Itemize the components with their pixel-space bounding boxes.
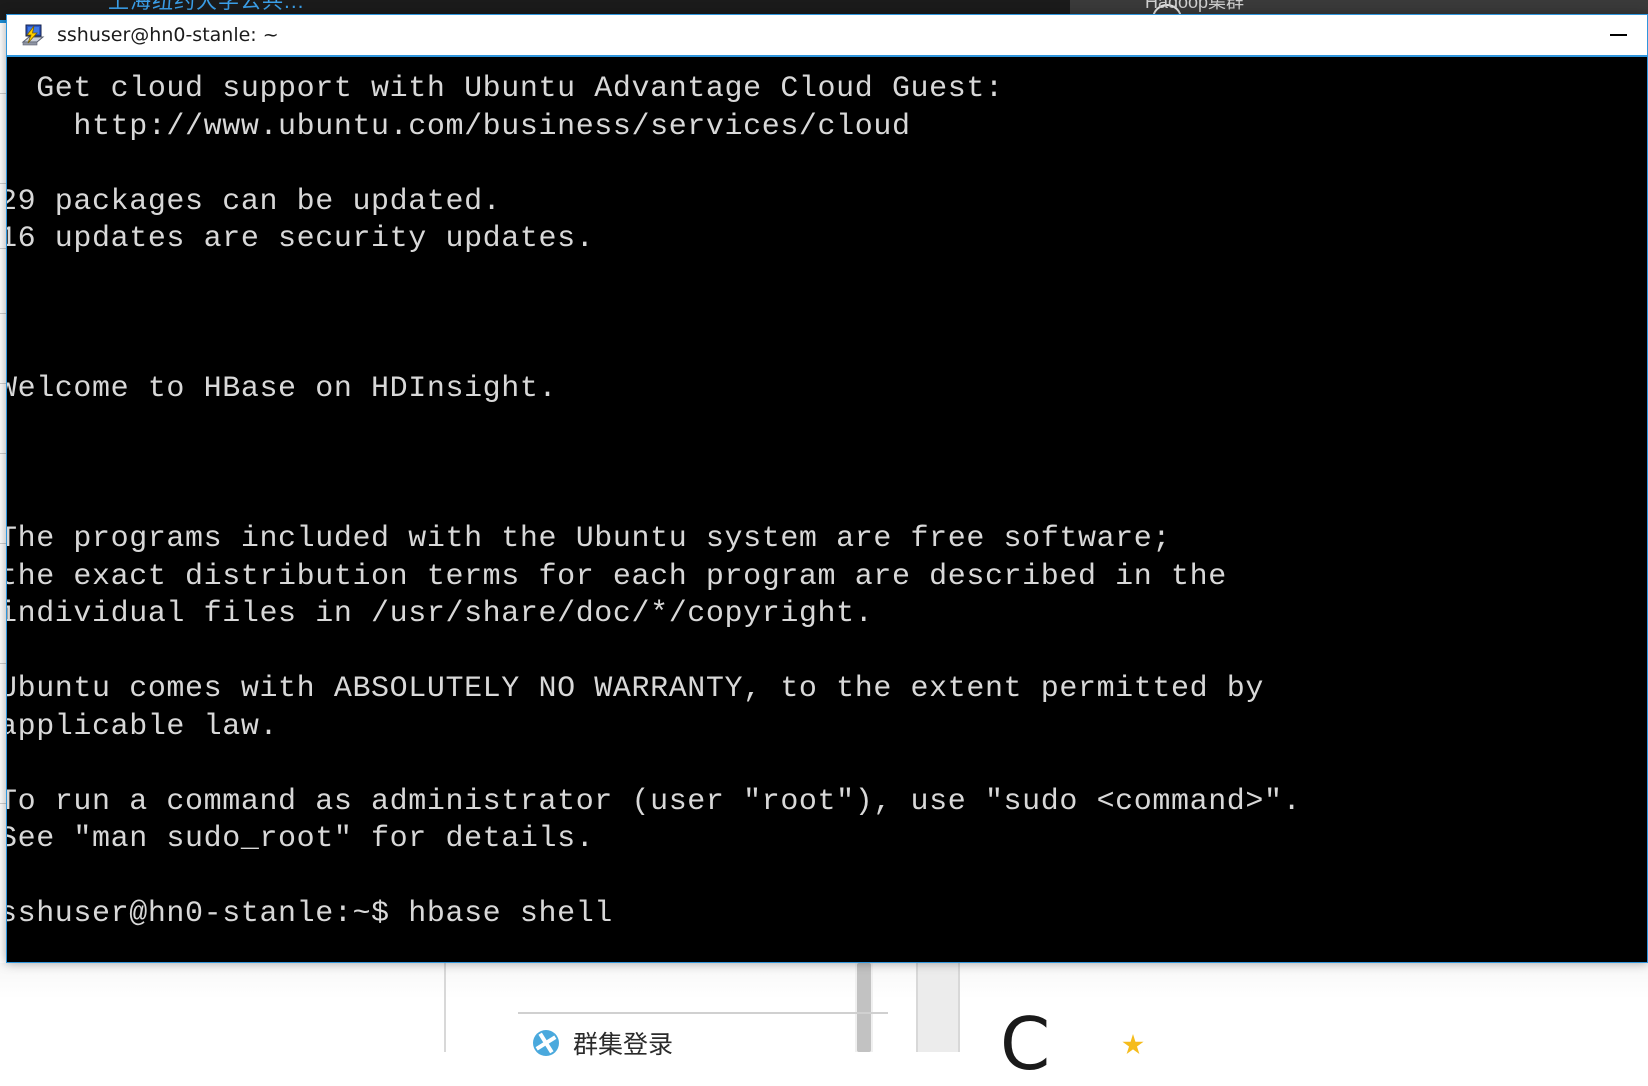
terminal-line: http://www.ubuntu.com/business/services/… bbox=[7, 109, 911, 144]
background-divider-right bbox=[958, 963, 960, 1052]
terminal-output-area[interactable]: Get cloud support with Ubuntu Advantage … bbox=[7, 55, 1647, 962]
terminal-text-buffer: Get cloud support with Ubuntu Advantage … bbox=[7, 71, 1647, 934]
background-logo-letter: C bbox=[1000, 1002, 1051, 1086]
terminal-line: individual files in /usr/share/doc/*/cop… bbox=[7, 597, 874, 631]
putty-terminal-window[interactable]: sshuser@hn0-stanle: ~ Get cloud support … bbox=[6, 14, 1648, 963]
terminal-prompt-line: sshuser@hn0-stanle:~$ hbase shell bbox=[7, 897, 613, 931]
window-titlebar[interactable]: sshuser@hn0-stanle: ~ bbox=[7, 15, 1647, 55]
background-panel-strip bbox=[918, 963, 958, 1052]
terminal-line: applicable law. bbox=[7, 709, 279, 744]
minimize-button[interactable] bbox=[1589, 15, 1647, 55]
terminal-line: Ubuntu comes with ABSOLUTELY NO WARRANTY… bbox=[7, 672, 1264, 706]
minimize-icon bbox=[1609, 34, 1627, 36]
terminal-line: Welcome to HBase on HDInsight. bbox=[7, 372, 558, 406]
window-controls bbox=[1589, 15, 1647, 55]
cluster-globe-icon bbox=[533, 1030, 559, 1056]
window-title: sshuser@hn0-stanle: ~ bbox=[57, 24, 279, 46]
terminal-line: the exact distribution terms for each pr… bbox=[7, 559, 1227, 594]
terminal-line: 16 updates are security updates. bbox=[7, 222, 595, 256]
background-divider-left bbox=[444, 963, 446, 1052]
background-card-rule bbox=[518, 1012, 888, 1014]
putty-terminal-icon bbox=[21, 24, 45, 46]
terminal-line: The programs included with the Ubuntu sy… bbox=[7, 522, 1171, 556]
terminal-line: See "man sudo_root" for details. bbox=[7, 822, 595, 856]
terminal-line: 29 packages can be updated. bbox=[7, 184, 502, 219]
background-lower-page bbox=[0, 963, 1648, 1052]
terminal-line: To run a command as administrator (user … bbox=[7, 784, 1302, 819]
terminal-line: Get cloud support with Ubuntu Advantage … bbox=[7, 72, 1004, 106]
background-scrollbar-thumb[interactable] bbox=[857, 963, 871, 1052]
background-cluster-login-item[interactable]: 群集登录 bbox=[533, 1025, 673, 1061]
cluster-login-label: 群集登录 bbox=[573, 1030, 674, 1059]
